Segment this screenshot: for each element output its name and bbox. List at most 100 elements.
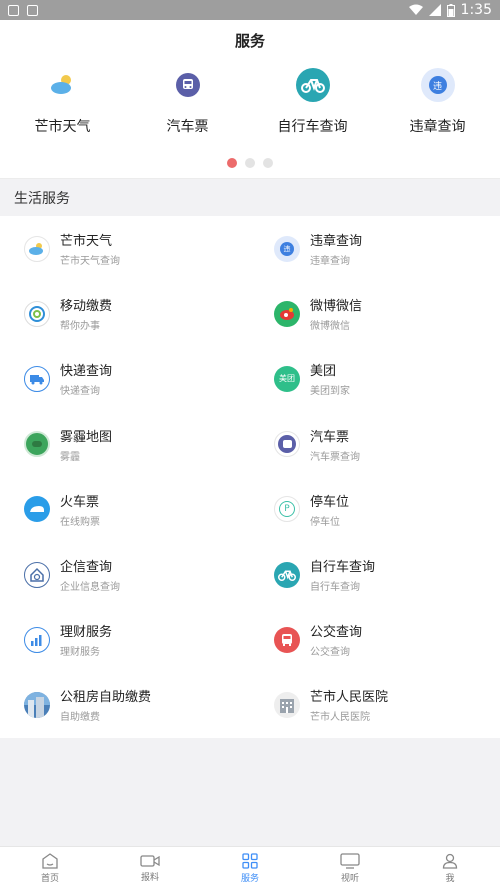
tab-audiovisual[interactable]: 视听 [300,847,400,889]
tab-label: 我 [445,873,455,884]
carousel-item-weather[interactable]: 芒市天气 [0,68,125,158]
carousel-item-violation[interactable]: 违 违章查询 [375,68,500,158]
section-title-label: 生活服务 [14,190,70,207]
service-subtitle: 自行车查询 [310,582,360,594]
service-smog-map[interactable]: 雾霾地图 雾霾 [0,412,250,477]
service-subtitle: 自助缴费 [60,712,100,724]
service-title: 公交查询 [310,625,363,641]
tv-icon [340,852,360,869]
service-title: 火车票 [60,494,100,510]
carousel-item-label: 自行车查询 [277,119,348,135]
meituan-icon: 美团 [274,365,300,392]
status-time: 1:35 [460,2,492,18]
violation-icon: 违 [420,68,455,102]
carousel-item-label: 汽车票 [166,119,209,135]
service-subtitle: 帮你办事 [60,321,100,333]
service-train-ticket[interactable]: 火车票 在线购票 [0,477,250,542]
service-subtitle: 违章查询 [310,256,350,268]
service-subtitle: 芒市天气查询 [60,256,120,268]
service-finance[interactable]: 理财服务 理财服务 [0,607,250,672]
carousel-item-bus-ticket[interactable]: 汽车票 [125,68,250,158]
service-subtitle: 理财服务 [60,647,100,659]
carousel-item-bicycle[interactable]: 自行车查询 [250,68,375,158]
service-subtitle: 快递查询 [60,386,100,398]
page-dot-active[interactable] [227,158,237,168]
service-mobile-payment[interactable]: 移动缴费 帮你办事 [0,281,250,346]
service-parking[interactable]: P 停车位 停车位 [250,477,500,542]
tab-me[interactable]: 我 [400,847,500,889]
service-title: 微博微信 [310,299,363,315]
service-title: 雾霾地图 [60,429,113,445]
service-bus-query[interactable]: 公交查询 公交查询 [250,607,500,672]
service-subtitle: 芒市人民医院 [310,712,370,724]
service-title: 美团 [310,364,337,380]
service-bicycle[interactable]: 自行车查询 自行车查询 [250,542,500,607]
service-title: 违章查询 [310,234,363,250]
video-camera-icon [140,854,160,867]
service-subtitle: 美团到家 [310,386,350,398]
carousel-item-label: 芒市天气 [34,119,91,135]
parking-icon: P [274,496,300,523]
service-title: 芒市人民医院 [310,690,389,706]
notification-icon [8,4,19,16]
bus-front-icon [274,626,300,653]
page-dot[interactable] [263,158,273,168]
china-mobile-icon [24,300,50,327]
train-icon [24,496,50,523]
hospital-icon [274,691,300,718]
wifi-icon [408,4,423,15]
bicycle-icon [274,561,300,588]
featured-carousel[interactable]: 芒市天气 汽车票 自行车查询 违 违章查询 [0,60,500,158]
service-subtitle: 公交查询 [310,647,350,659]
carousel-page-indicator [0,158,500,178]
person-icon [442,853,458,869]
bus-icon [274,431,300,458]
service-meituan[interactable]: 美团 美团 美团到家 [250,346,500,411]
service-bus-ticket[interactable]: 汽车票 汽车票查询 [250,412,500,477]
service-subtitle: 停车位 [310,516,340,528]
service-title: 自行车查询 [310,560,376,576]
section-title: 生活服务 [0,178,500,216]
service-delivery[interactable]: 快递查询 快递查询 [0,346,250,411]
service-weather[interactable]: 芒市天气芒市天气查询 [0,216,250,281]
service-title: 移动缴费 [60,299,113,315]
bus-icon [175,73,200,97]
app-notification-icon [27,4,38,16]
service-weibo-wechat[interactable]: 微博微信 微博微信 [250,281,500,346]
home-icon [42,852,58,869]
grid-icon [242,852,258,869]
service-hospital[interactable]: 芒市人民医院 芒市人民医院 [250,672,500,737]
service-title: 停车位 [310,494,350,510]
service-title: 企信查询 [60,560,113,576]
service-enterprise-info[interactable]: 企信查询 企业信息查询 [0,542,250,607]
violation-icon: 违 [274,235,300,262]
service-title: 公租房自助缴费 [60,690,152,706]
services-grid: 芒市天气 芒市天气查询 违 违章查询 违章查询 移动缴费 帮你办事 微博微信 微博微信 … [0,216,500,738]
tab-label: 视听 [340,873,359,884]
service-public-housing[interactable]: 公租房自助缴费自助缴费 [0,672,250,737]
delivery-truck-icon [24,365,50,392]
bottom-tab-bar: 首页 报料 服务 视听 我 [0,846,500,889]
enterprise-icon [24,561,50,588]
tab-services[interactable]: 服务 [200,847,300,889]
service-title: 汽车票 [310,429,350,445]
service-title: 芒市天气 [60,234,113,250]
weibo-wechat-icon [274,300,300,327]
tab-report[interactable]: 报料 [100,847,200,889]
service-title: 理财服务 [60,625,113,641]
status-bar: 1:35 [0,0,500,20]
service-subtitle: 微博微信 [310,321,350,333]
service-subtitle: 雾霾 [60,451,80,463]
smog-map-icon [24,431,50,458]
tab-home[interactable]: 首页 [0,847,100,889]
service-violation[interactable]: 违 违章查询 违章查询 [250,216,500,281]
service-title: 快递查询 [60,364,113,380]
finance-chart-icon [24,626,50,653]
bicycle-icon [295,68,330,102]
page-title: 服务 [234,31,265,50]
page-header: 服务 [0,20,500,60]
tab-label: 报料 [140,872,159,883]
weather-icon [45,68,80,102]
weather-icon [24,235,50,262]
page-dot[interactable] [245,158,255,168]
